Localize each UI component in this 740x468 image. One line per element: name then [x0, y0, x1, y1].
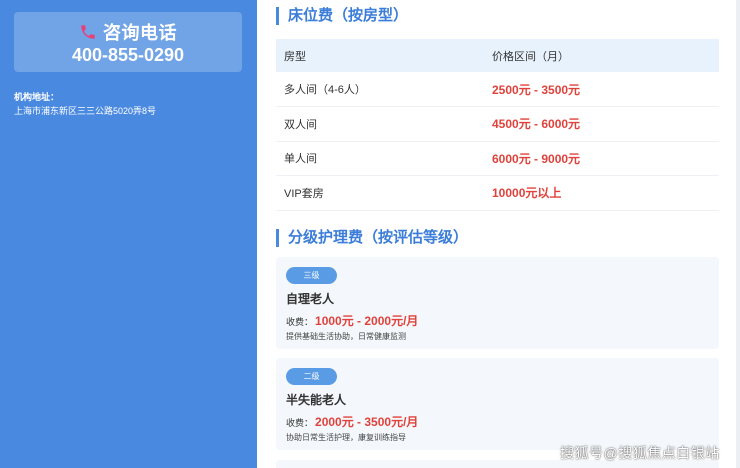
care-level-name: 半失能老人: [286, 393, 347, 407]
price-cell: 4500元 - 6000元: [484, 106, 719, 142]
bed-price-table: 房型 价格区间（月） 多人间（4-6人） 2500元 - 3500元 双人间 4…: [276, 39, 719, 211]
care-description: 提供基础生活协助，日常健康监测: [286, 332, 406, 341]
table-row: 多人间（4-6人） 2500元 - 3500元: [276, 72, 719, 107]
address-value: 上海市浦东新区三三公路5020弄8号: [14, 106, 157, 116]
main-content: 床位费（按房型） 房型 价格区间（月） 多人间（4-6人） 2500元 - 35…: [258, 0, 740, 468]
price-cell: 6000元 - 9000元: [484, 141, 719, 176]
fee-value: 2000元 - 3500元/月: [315, 415, 419, 429]
care-level-name: 自理老人: [286, 292, 335, 306]
care-description: 协助日常生活护理，康复训练指导: [286, 433, 406, 442]
phone-number[interactable]: 400-855-0290: [14, 43, 242, 67]
address-label: 机构地址：: [14, 92, 60, 102]
care-fee-row: 收费： 1000元 - 2000元/月: [286, 312, 418, 329]
care-level-card: 三级 自理老人 收费： 1000元 - 2000元/月 提供基础生活协助，日常健…: [276, 257, 719, 349]
room-type-cell: VIP套房: [276, 175, 484, 211]
room-type-header: 房型: [276, 39, 484, 72]
table-row: 双人间 4500元 - 6000元: [276, 106, 719, 142]
bed-fee-section-title: 床位费（按房型）: [276, 7, 408, 25]
price-cell: 2500元 - 3500元: [484, 72, 719, 107]
table-header-row: 房型 价格区间（月）: [276, 39, 719, 72]
room-type-cell: 单人间: [276, 141, 484, 176]
fee-label: 收费：: [286, 418, 314, 428]
fee-label: 收费：: [286, 317, 314, 327]
care-level-card: 二级 半失能老人 收费： 2000元 - 3500元/月 协助日常生活护理，康复…: [276, 358, 719, 450]
level-badge: 二级: [286, 368, 337, 385]
table-row: VIP套房 10000元以上: [276, 175, 719, 211]
table-row: 单人间 6000元 - 9000元: [276, 141, 719, 176]
scroll-edge: [736, 0, 740, 468]
phone-title-row: 咨询电话: [14, 21, 242, 43]
care-fee-row: 收费： 2000元 - 3500元/月: [286, 413, 418, 430]
level-badge: 三级: [286, 267, 337, 284]
price-cell: 10000元以上: [484, 175, 719, 211]
fee-value: 1000元 - 2000元/月: [315, 314, 419, 328]
phone-contact-card[interactable]: 咨询电话 400-855-0290: [14, 12, 242, 72]
phone-title: 咨询电话: [103, 23, 177, 43]
phone-icon: [79, 23, 97, 41]
care-fee-section-title: 分级护理费（按评估等级）: [276, 229, 468, 247]
room-type-cell: 多人间（4-6人）: [276, 72, 484, 107]
watermark-text: 搜狐号@搜狐焦点白银站: [560, 445, 720, 461]
sidebar: 咨询电话 400-855-0290 机构地址： 上海市浦东新区三三公路5020弄…: [0, 0, 257, 468]
room-type-cell: 双人间: [276, 106, 484, 142]
price-range-header: 价格区间（月）: [484, 39, 719, 72]
